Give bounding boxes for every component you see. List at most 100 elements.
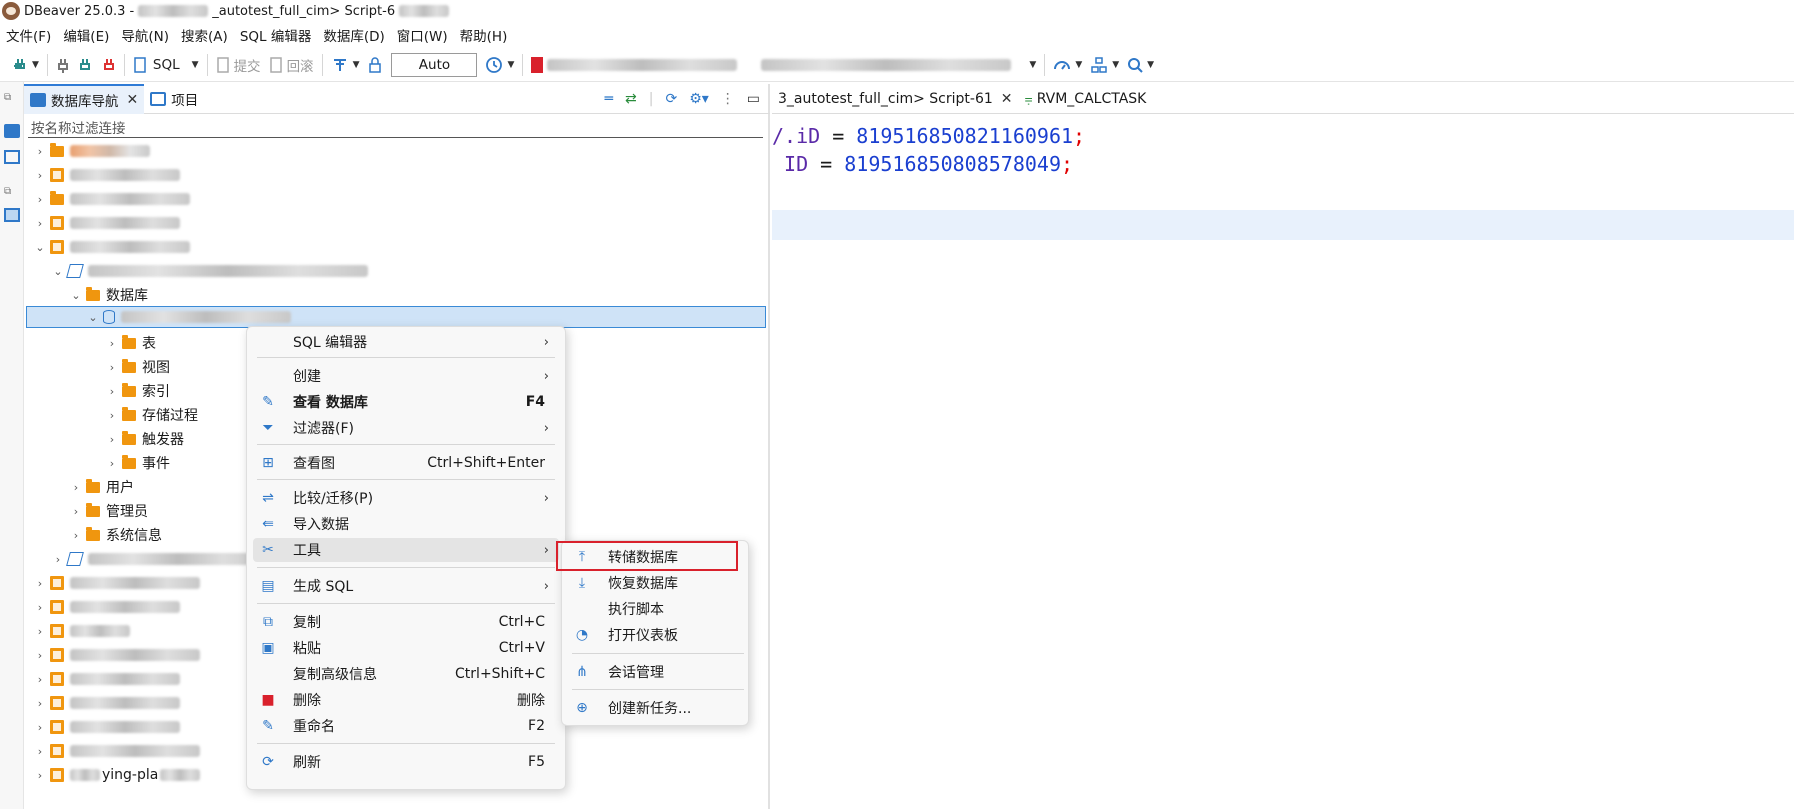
menu-item-new-task[interactable]: ⊕ 创建新任务... xyxy=(568,696,742,720)
sql-editor-button[interactable]: SQL ▼ xyxy=(129,52,203,78)
menu-help[interactable]: 帮助(H) xyxy=(454,25,514,45)
tree-connection[interactable]: › xyxy=(34,668,180,690)
tab-db-navigator[interactable]: 数据库导航 ✕ xyxy=(24,83,145,114)
menu-item-create[interactable]: 创建 › xyxy=(253,364,559,388)
tree-connection[interactable]: ⌄ xyxy=(34,236,190,258)
menu-item-filter[interactable]: ⏷ 过滤器(F) › xyxy=(253,416,559,440)
tree-users[interactable]: › 用户 xyxy=(70,476,134,498)
txn-mode-button[interactable]: ▼ xyxy=(327,52,364,78)
tree-databases-folder[interactable]: ⌄ 数据库 xyxy=(70,284,148,306)
projects-icon[interactable] xyxy=(4,150,20,164)
menu-item-import[interactable]: ⇚ 导入数据 xyxy=(253,512,559,536)
tree-connection[interactable]: › xyxy=(34,620,130,642)
menu-item-sql-editor[interactable]: SQL 编辑器 › xyxy=(253,330,559,354)
lock-button[interactable] xyxy=(363,52,387,78)
context-menu: SQL 编辑器 › 创建 › ✎ 查看 数据库 F4 ⏷ 过滤器(F) › ⊞ 查看图 Ctrl… xyxy=(246,326,566,790)
close-icon[interactable]: ✕ xyxy=(1001,91,1013,107)
configure-icon[interactable]: ⚙▾ xyxy=(689,91,709,107)
tree-connection[interactable]: › xyxy=(34,140,150,162)
tree-connection[interactable]: › xyxy=(34,692,180,714)
menu-item-view-database[interactable]: ✎ 查看 数据库 F4 xyxy=(253,390,559,414)
redacted-text xyxy=(160,769,201,781)
search-button[interactable]: ▼ xyxy=(1123,52,1158,78)
highlight-annotation-box xyxy=(556,541,738,571)
menu-file[interactable]: 文件(F) xyxy=(0,25,57,45)
code-line-1[interactable]: /.iD = 819516850821160961; xyxy=(772,124,1085,148)
tree-procedures[interactable]: › 存储过程 xyxy=(106,404,198,426)
tree-connection[interactable]: › xyxy=(34,164,180,186)
connection-icon xyxy=(50,696,64,710)
menu-search[interactable]: 搜索(A) xyxy=(175,25,234,45)
view-menu-icon[interactable]: ⋮ xyxy=(721,91,735,107)
menu-item-restore-database[interactable]: ⤓ 恢复数据库 xyxy=(568,571,742,595)
history-button[interactable]: ▼ xyxy=(481,52,518,78)
link-editor-icon[interactable]: ⇄ xyxy=(625,91,637,107)
tab-project[interactable]: 项目 xyxy=(144,84,204,114)
menu-item-copy[interactable]: ⧉ 复制 Ctrl+C xyxy=(253,610,559,634)
connection-filter-input[interactable]: 按名称过滤连接 xyxy=(28,116,763,138)
restore-icon[interactable]: ⧉ xyxy=(4,186,20,200)
db-navigator-icon[interactable] xyxy=(4,124,20,138)
tab-script[interactable]: 3_autotest_full_cim> Script-61 ✕ xyxy=(772,84,1019,114)
menu-item-refresh[interactable]: ⟳ 刷新 F5 xyxy=(253,750,559,774)
menu-item-open-dashboard[interactable]: ◔ 打开仪表板 xyxy=(568,623,742,647)
menu-database[interactable]: 数据库(D) xyxy=(317,25,390,45)
new-connection-icon[interactable]: ⟳ xyxy=(665,91,677,107)
restore-icon[interactable]: ⧉ xyxy=(4,92,20,106)
connection-icon xyxy=(50,744,64,758)
menu-edit[interactable]: 编辑(E) xyxy=(57,25,115,45)
tree-admins[interactable]: › 管理员 xyxy=(70,500,148,522)
collapse-all-icon[interactable]: ═ xyxy=(605,91,613,107)
active-datasource-selector[interactable]: ▼ xyxy=(527,52,1040,78)
reconnect-button[interactable] xyxy=(74,52,98,78)
tree-datasource[interactable]: ⌄ xyxy=(52,260,368,282)
tree-views[interactable]: › 视图 xyxy=(106,356,170,378)
menu-item-rename[interactable]: ✎ 重命名 F2 xyxy=(253,714,559,738)
commit-button[interactable]: 提交 xyxy=(212,52,265,78)
menu-window[interactable]: 窗口(W) xyxy=(391,25,454,45)
menu-item-tools[interactable]: ✂ 工具 › xyxy=(253,538,559,562)
disconnect-button[interactable] xyxy=(98,52,120,78)
menu-sql-editor[interactable]: SQL 编辑器 xyxy=(234,25,318,45)
redacted-text xyxy=(70,145,150,157)
dashboard-button[interactable]: ▼ xyxy=(1049,52,1086,78)
tree-connection[interactable]: › xyxy=(34,740,200,762)
menu-item-view-diagram[interactable]: ⊞ 查看图 Ctrl+Shift+Enter xyxy=(253,451,559,475)
tree-connection[interactable]: › xyxy=(34,188,190,210)
close-icon[interactable]: ✕ xyxy=(127,92,139,108)
txn-mode-select[interactable]: Auto xyxy=(391,52,478,77)
code-line-2[interactable]: ID = 819516850808578049; xyxy=(772,152,1073,176)
tree-tables[interactable]: › 表 xyxy=(106,332,156,354)
tree-connection[interactable]: › xyxy=(34,644,200,666)
connection-icon xyxy=(50,672,64,686)
tree-selected-database[interactable]: ⌄ xyxy=(26,306,766,328)
tree-datasource[interactable]: › xyxy=(52,548,268,570)
tab-rvm-calctask[interactable]: ⩦ RVM_CALCTASK xyxy=(1019,84,1153,114)
tree-triggers[interactable]: › 触发器 xyxy=(106,428,184,450)
menu-item-execute-script[interactable]: 执行脚本 xyxy=(568,597,742,621)
rollback-button[interactable]: 回滚 xyxy=(265,52,318,78)
menu-item-paste[interactable]: ▣ 粘贴 Ctrl+V xyxy=(253,636,559,660)
tree-events[interactable]: › 事件 xyxy=(106,452,170,474)
redacted-text xyxy=(70,577,200,589)
menu-item-compare[interactable]: ⇌ 比较/迁移(P) › xyxy=(253,486,559,510)
connect-button[interactable] xyxy=(52,52,74,78)
schema-button[interactable]: ▼ xyxy=(1086,52,1123,78)
menu-item-copy-advanced[interactable]: 复制高级信息 Ctrl+Shift+C xyxy=(253,662,559,686)
menu-item-session-manager[interactable]: ⋔ 会话管理 xyxy=(568,660,742,684)
tree-connection[interactable]: › xyxy=(34,716,180,738)
views-folder-icon xyxy=(122,358,136,373)
minimize-icon[interactable]: ▭ xyxy=(747,91,760,107)
menu-navigate[interactable]: 导航(N) xyxy=(115,25,175,45)
tree-connection[interactable]: › ying-pla xyxy=(34,764,201,786)
tree-indexes[interactable]: › 索引 xyxy=(106,380,170,402)
menu-item-delete[interactable]: ■ 删除 删除 xyxy=(253,688,559,712)
new-connection-button[interactable]: ▼ xyxy=(6,52,43,78)
sql-icon: ▤ xyxy=(261,578,275,594)
menu-item-gen-sql[interactable]: ▤ 生成 SQL › xyxy=(253,574,559,598)
outline-icon[interactable] xyxy=(4,208,20,222)
tree-sysinfo[interactable]: › 系统信息 xyxy=(70,524,162,546)
tree-connection[interactable]: › xyxy=(34,212,180,234)
tree-connection[interactable]: › xyxy=(34,572,200,594)
tree-connection[interactable]: › xyxy=(34,596,180,618)
